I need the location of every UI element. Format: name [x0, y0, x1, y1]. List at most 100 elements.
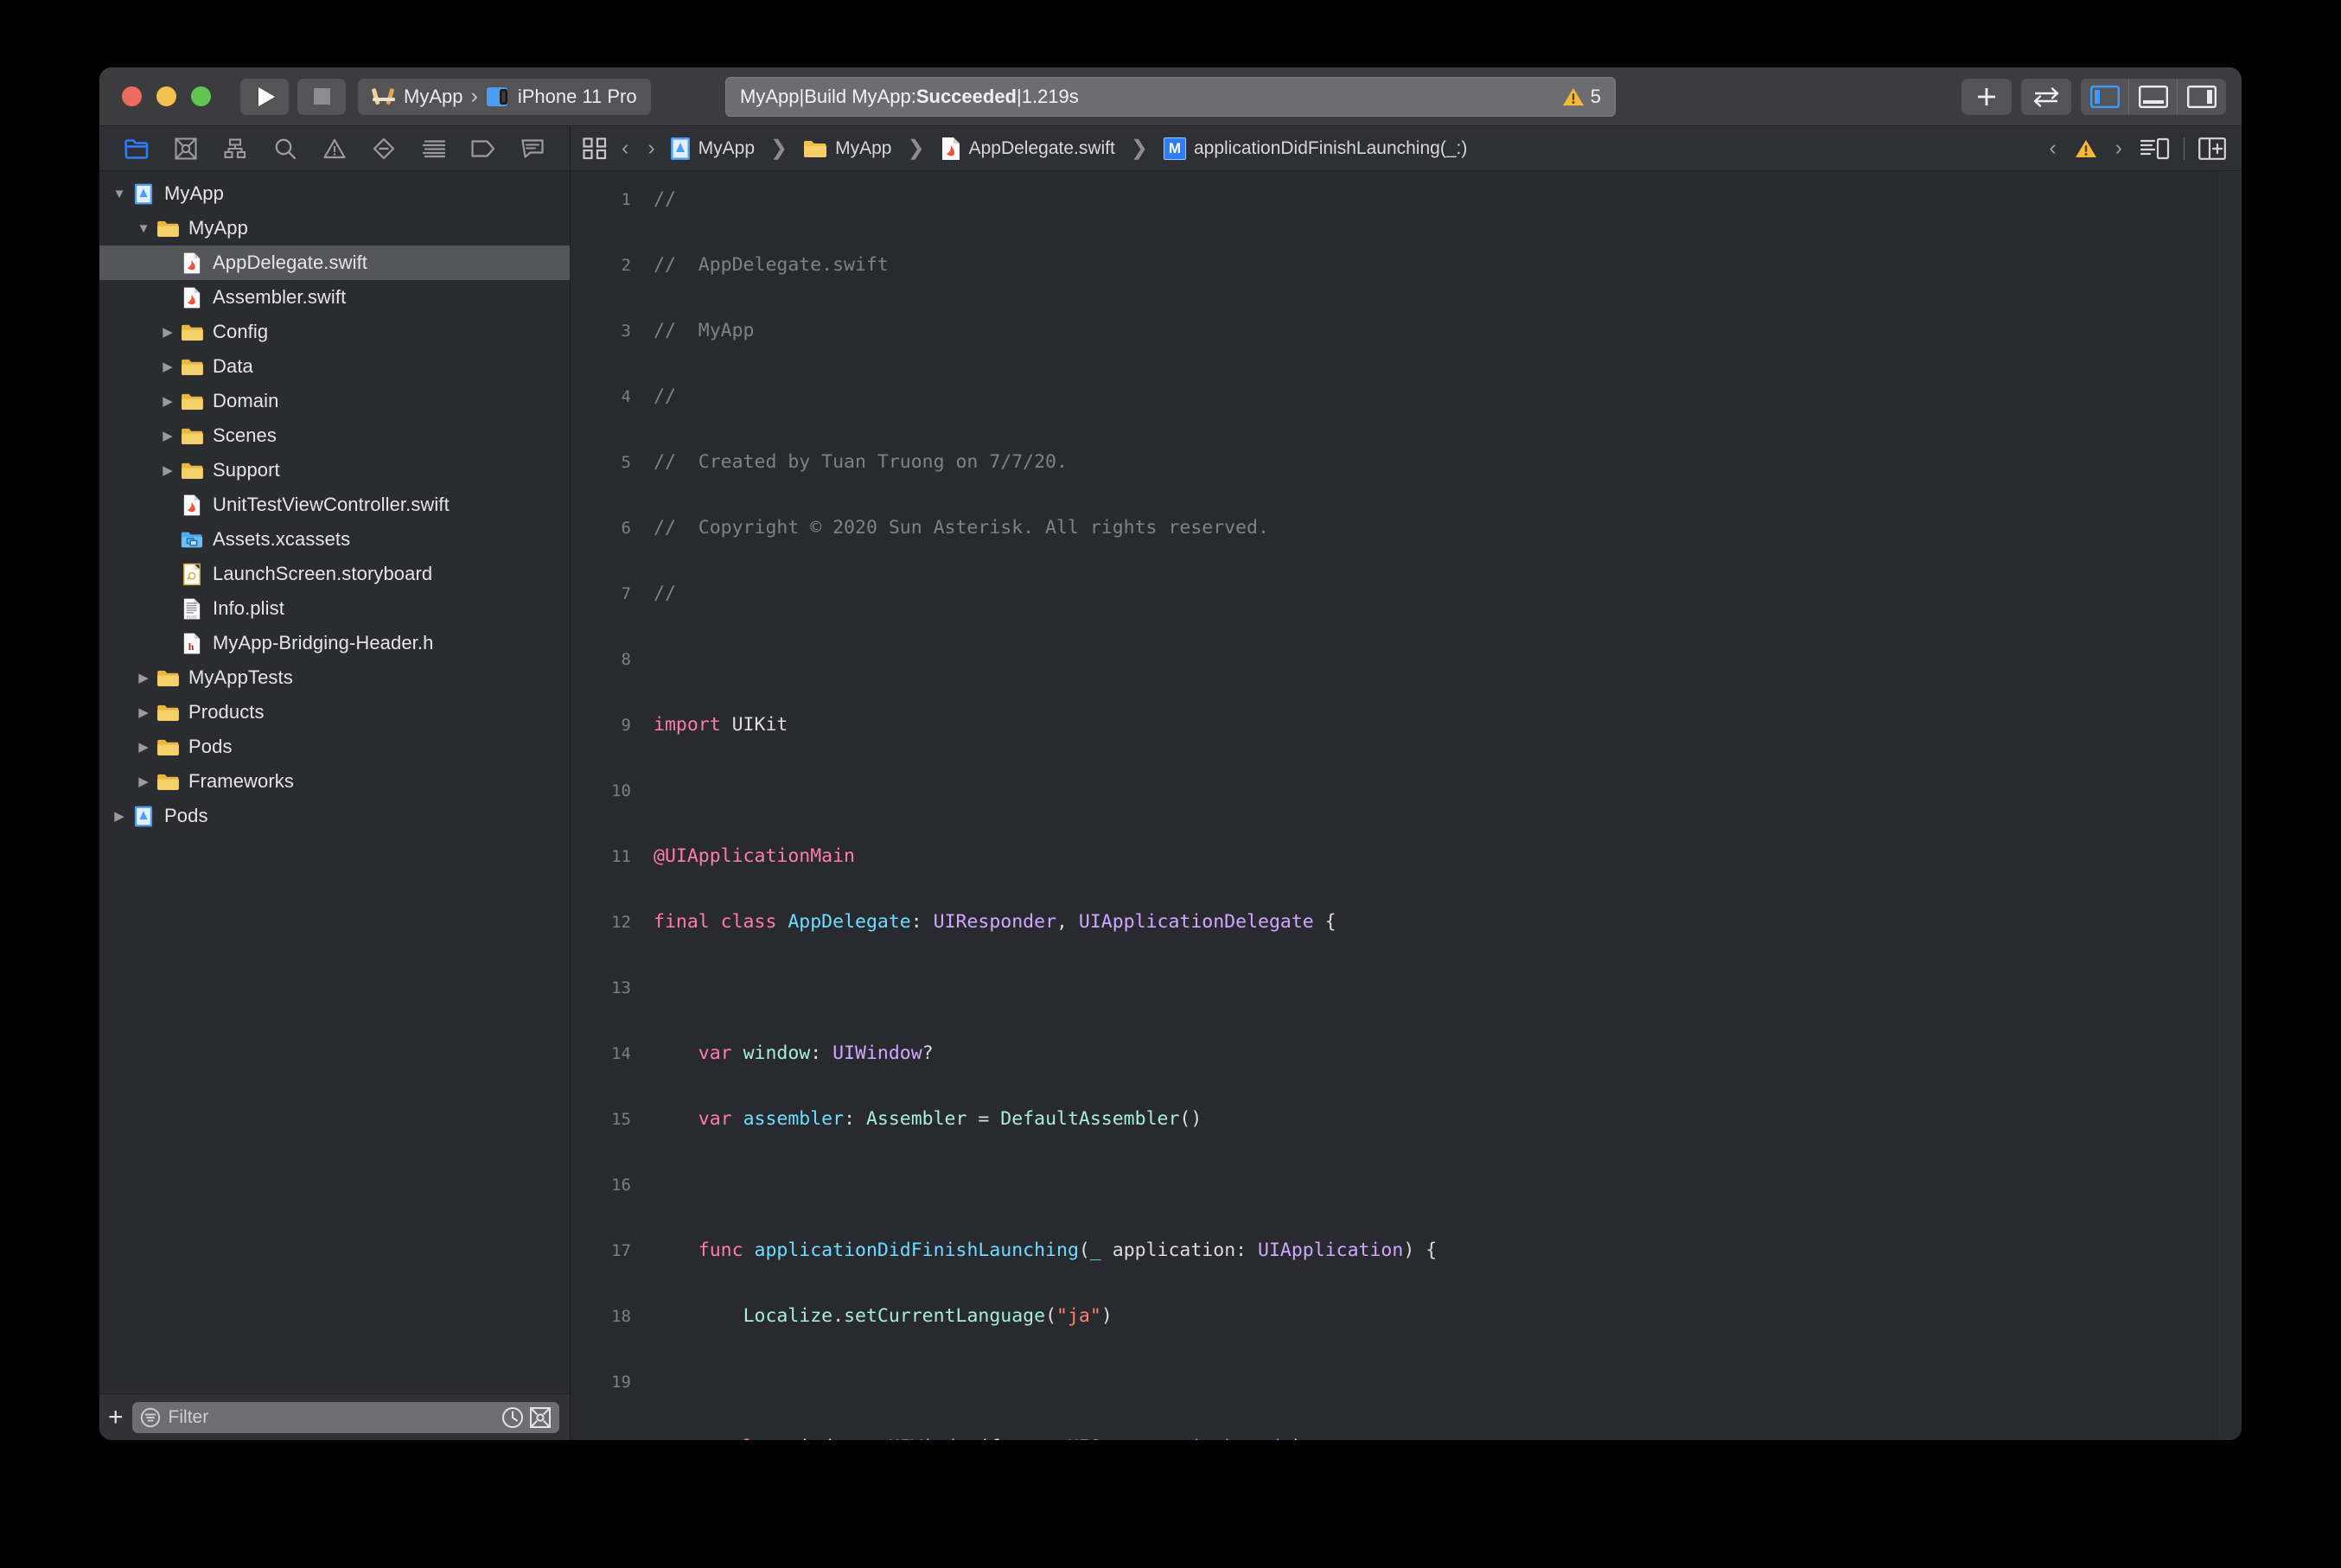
code-line[interactable]: 11@UIApplicationMain: [571, 840, 2217, 873]
code-token-com: // AppDelegate.swift: [654, 254, 889, 276]
tree-row[interactable]: UnitTestViewController.swift: [99, 488, 570, 522]
run-button[interactable]: [240, 79, 289, 115]
disclosure-closed-icon[interactable]: ▶: [156, 359, 179, 374]
disclosure-closed-icon[interactable]: ▶: [156, 428, 179, 443]
warning-badge[interactable]: 5: [1562, 86, 1601, 108]
project-file-tree[interactable]: ▼MyApp▼MyAppAppDelegate.swiftAssembler.s…: [99, 171, 570, 1393]
code-line[interactable]: 12final class AppDelegate: UIResponder, …: [571, 906, 2217, 939]
tree-row[interactable]: ▼MyApp: [99, 176, 570, 211]
navigator-toggle-button[interactable]: [2081, 79, 2129, 115]
project-navigator-icon[interactable]: [124, 136, 150, 162]
debug-navigator-icon[interactable]: [421, 136, 447, 162]
inspector-toggle-button[interactable]: [2178, 79, 2226, 115]
disclosure-closed-icon[interactable]: ▶: [156, 324, 179, 340]
next-issue-button[interactable]: ›: [2111, 136, 2127, 161]
tree-row[interactable]: ▶Scenes: [99, 418, 570, 453]
tree-row[interactable]: Assembler.swift: [99, 280, 570, 315]
tree-row[interactable]: ▶Frameworks: [99, 764, 570, 799]
code-line[interactable]: 7//: [571, 577, 2217, 610]
navigate-back-button[interactable]: ‹: [617, 136, 633, 161]
symbol-navigator-icon[interactable]: [222, 136, 248, 162]
warning-triangle-icon[interactable]: [2075, 138, 2097, 159]
source-code[interactable]: 1// 2// AppDelegate.swift 3// MyApp 4// …: [571, 171, 2217, 1440]
report-navigator-icon[interactable]: [520, 136, 545, 162]
swap-editor-button[interactable]: [2021, 79, 2071, 115]
add-button[interactable]: [1961, 79, 2012, 115]
code-line[interactable]: 20 let window = UIWindow(frame: UIScreen…: [571, 1431, 2217, 1440]
minimize-button[interactable]: [156, 86, 176, 106]
find-navigator-icon[interactable]: [272, 136, 298, 162]
test-navigator-icon[interactable]: [371, 136, 397, 162]
tree-row[interactable]: LaunchScreen.storyboard: [99, 557, 570, 591]
code-token-kw: var: [698, 1042, 743, 1064]
code-line[interactable]: 9import UIKit: [571, 709, 2217, 742]
breakpoint-navigator-icon[interactable]: [470, 136, 496, 162]
scm-filter-icon[interactable]: [529, 1406, 552, 1429]
editor-scrollbar[interactable]: [2217, 171, 2242, 1440]
code-line[interactable]: 6// Copyright © 2020 Sun Asterisk. All r…: [571, 512, 2217, 545]
code-line[interactable]: 13: [571, 972, 2217, 1004]
disclosure-closed-icon[interactable]: ▶: [132, 739, 155, 755]
code-line[interactable]: 19: [571, 1366, 2217, 1399]
tree-row[interactable]: ▶Config: [99, 315, 570, 349]
code-line[interactable]: 4//: [571, 380, 2217, 413]
code-line[interactable]: 10: [571, 774, 2217, 807]
xcode-project-icon: [670, 137, 691, 161]
code-line[interactable]: 5// Created by Tuan Truong on 7/7/20.: [571, 446, 2217, 479]
code-editor[interactable]: 1// 2// AppDelegate.swift 3// MyApp 4// …: [571, 171, 2242, 1440]
tree-row[interactable]: Assets.xcassets: [99, 522, 570, 557]
code-scroll-region[interactable]: 1// 2// AppDelegate.swift 3// MyApp 4// …: [571, 171, 2217, 1440]
breadcrumb-symbol[interactable]: M applicationDidFinishLaunching(_:): [1164, 137, 1467, 160]
navigate-forward-button[interactable]: ›: [643, 136, 659, 161]
line-number: 17: [571, 1234, 654, 1267]
minimap-icon[interactable]: [2140, 137, 2170, 160]
code-line[interactable]: 3// MyApp: [571, 315, 2217, 347]
source-control-navigator-icon[interactable]: [173, 136, 199, 162]
code-line[interactable]: 2// AppDelegate.swift: [571, 249, 2217, 282]
code-line[interactable]: 16: [571, 1169, 2217, 1201]
tree-row[interactable]: hMyApp-Bridging-Header.h: [99, 626, 570, 660]
code-line[interactable]: 14 var window: UIWindow?: [571, 1037, 2217, 1070]
breadcrumb-group[interactable]: MyApp: [803, 138, 891, 159]
disclosure-closed-icon[interactable]: ▶: [156, 462, 179, 478]
disclosure-closed-icon[interactable]: ▶: [132, 670, 155, 685]
add-file-button[interactable]: +: [108, 1405, 124, 1431]
code-line[interactable]: 15 var assembler: Assembler = DefaultAss…: [571, 1103, 2217, 1136]
breadcrumb-project[interactable]: MyApp: [670, 137, 755, 161]
disclosure-closed-icon[interactable]: ▶: [132, 704, 155, 720]
close-button[interactable]: [122, 86, 142, 106]
tree-row[interactable]: ▶Data: [99, 349, 570, 384]
code-line[interactable]: 17 func applicationDidFinishLaunching(_ …: [571, 1234, 2217, 1267]
disclosure-closed-icon[interactable]: ▶: [156, 393, 179, 409]
status-bar[interactable]: MyApp | Build MyApp: Succeeded | 1.219s …: [725, 77, 1616, 117]
debug-area-toggle-button[interactable]: [2129, 79, 2178, 115]
disclosure-closed-icon[interactable]: ▶: [108, 808, 131, 824]
breadcrumb-file[interactable]: AppDelegate.swift: [941, 137, 1115, 161]
tree-row[interactable]: ▶Pods: [99, 799, 570, 833]
scheme-selector[interactable]: MyApp › iPhone 11 Pro: [358, 79, 651, 115]
related-items-icon[interactable]: [583, 137, 607, 160]
code-line[interactable]: 18 Localize.setCurrentLanguage("ja"): [571, 1300, 2217, 1333]
tree-row[interactable]: PLISTInfo.plist: [99, 591, 570, 626]
issue-navigator-icon[interactable]: [322, 136, 348, 162]
code-token-plain: .: [1213, 1437, 1224, 1440]
code-token-plain: {: [1314, 911, 1336, 933]
tree-row[interactable]: ▶Domain: [99, 384, 570, 418]
disclosure-open-icon[interactable]: ▼: [108, 187, 131, 201]
tree-row[interactable]: ▶Products: [99, 695, 570, 730]
tree-row[interactable]: ▶Support: [99, 453, 570, 488]
tree-row[interactable]: ▼MyApp: [99, 211, 570, 245]
tree-row[interactable]: ▶Pods: [99, 730, 570, 764]
code-line[interactable]: 8: [571, 643, 2217, 676]
tree-row[interactable]: AppDelegate.swift: [99, 245, 570, 280]
zoom-button[interactable]: [191, 86, 211, 106]
code-line[interactable]: 1//: [571, 183, 2217, 216]
clock-icon[interactable]: [501, 1406, 524, 1429]
disclosure-closed-icon[interactable]: ▶: [132, 774, 155, 789]
stop-button[interactable]: [297, 79, 346, 115]
disclosure-open-icon[interactable]: ▼: [132, 221, 155, 236]
add-editor-icon[interactable]: [2198, 137, 2226, 160]
previous-issue-button[interactable]: ‹: [2044, 136, 2060, 161]
tree-row[interactable]: ▶MyAppTests: [99, 660, 570, 695]
filter-input[interactable]: Filter: [132, 1402, 559, 1433]
